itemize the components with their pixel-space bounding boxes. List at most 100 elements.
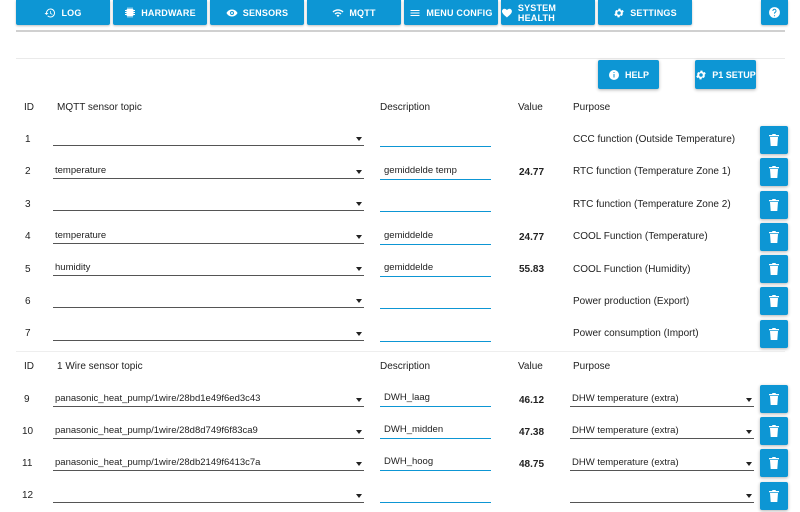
wire-topic-value: panasonic_heat_pump/1wire/28bd1e49f6ed3c…: [55, 393, 261, 404]
delete-button[interactable]: [760, 417, 788, 445]
dropdown-arrow-icon: [356, 235, 362, 239]
purpose-select[interactable]: DHW temperature (extra): [570, 391, 754, 407]
dropdown-arrow-icon: [746, 398, 752, 402]
description-value: DWH_hoog: [384, 456, 434, 467]
trash-icon: [769, 199, 779, 211]
nav-settings-label: SETTINGS: [630, 7, 677, 18]
nav-system-health-button[interactable]: SYSTEM HEALTH: [501, 0, 595, 25]
table-row-id: 3: [25, 199, 31, 210]
description-input[interactable]: [380, 196, 491, 212]
nav-settings-button[interactable]: SETTINGS: [598, 0, 692, 25]
delete-button[interactable]: [760, 449, 788, 477]
table-divider: [16, 351, 785, 352]
description-input[interactable]: DWH_hoog: [380, 455, 491, 471]
trash-icon: [769, 457, 779, 469]
p1-setup-label: P1 SETUP: [712, 69, 756, 80]
help-button-label: HELP: [624, 69, 649, 80]
description-input[interactable]: [380, 293, 491, 309]
wire-header-topic: 1 Wire sensor topic: [57, 361, 143, 372]
delete-button[interactable]: [760, 158, 788, 186]
delete-button[interactable]: [760, 320, 788, 348]
info-icon: [608, 69, 619, 80]
dropdown-arrow-icon: [356, 398, 362, 402]
wire-header-purpose: Purpose: [573, 361, 611, 372]
dropdown-arrow-icon: [746, 430, 752, 434]
mqtt-header-value: Value: [518, 102, 543, 113]
wire-topic-value: panasonic_heat_pump/1wire/28d8d749f6f83c…: [55, 425, 258, 436]
table-row-id: 9: [24, 394, 30, 405]
wire-topic-select[interactable]: panasonic_heat_pump/1wire/28d8d749f6f83c…: [53, 423, 364, 439]
description-input[interactable]: [380, 131, 491, 147]
trash-icon: [769, 328, 779, 340]
description-input[interactable]: DWH_laag: [380, 391, 491, 407]
mqtt-topic-select[interactable]: [53, 130, 364, 146]
help-button[interactable]: HELP: [598, 60, 659, 89]
description-input[interactable]: gemiddelde temp: [380, 164, 491, 180]
purpose-label: Power consumption (Import): [573, 328, 699, 339]
purpose-value: DHW temperature (extra): [572, 393, 679, 404]
nav-hardware-button[interactable]: HARDWARE: [113, 0, 207, 25]
purpose-select[interactable]: [570, 487, 754, 503]
mqtt-topic-select[interactable]: [53, 325, 364, 341]
dropdown-arrow-icon: [356, 137, 362, 141]
purpose-select[interactable]: DHW temperature (extra): [570, 423, 754, 439]
description-input[interactable]: DWH_midden: [380, 423, 491, 439]
help-question-button[interactable]: [761, 0, 788, 25]
table-row-id: 5: [25, 264, 31, 275]
mqtt-topic-select[interactable]: [53, 195, 364, 211]
wire-topic-select[interactable]: panasonic_heat_pump/1wire/28db2149f6413c…: [53, 455, 364, 471]
delete-button[interactable]: [760, 287, 788, 315]
nav-log-button[interactable]: LOG: [16, 0, 110, 25]
sensor-value: 48.75: [519, 459, 545, 470]
question-icon: [769, 7, 780, 18]
delete-button[interactable]: [760, 126, 788, 154]
purpose-label: RTC function (Temperature Zone 2): [573, 199, 731, 210]
wire-topic-select[interactable]: panasonic_heat_pump/1wire/28bd1e49f6ed3c…: [53, 391, 364, 407]
purpose-label: Power production (Export): [573, 296, 690, 307]
purpose-value: DHW temperature (extra): [572, 425, 679, 436]
p1-setup-button[interactable]: P1 SETUP: [695, 60, 756, 89]
description-value: gemiddelde: [384, 230, 434, 241]
nav-menu-config-button[interactable]: MENU CONFIG: [404, 0, 498, 25]
delete-button[interactable]: [760, 191, 788, 219]
trash-icon: [769, 425, 779, 437]
purpose-label: COOL Function (Temperature): [573, 231, 708, 242]
mqtt-topic-select[interactable]: temperature: [53, 163, 364, 179]
wire-topic-select[interactable]: [53, 487, 364, 503]
sensor-value: 24.77: [519, 167, 545, 178]
purpose-select[interactable]: DHW temperature (extra): [570, 455, 754, 471]
description-input[interactable]: [380, 487, 491, 503]
dropdown-arrow-icon: [356, 299, 362, 303]
wire-header-id: ID: [24, 361, 34, 372]
delete-button[interactable]: [760, 255, 788, 283]
sensor-value: 47.38: [519, 427, 545, 438]
top-nav: LOG HARDWARE SENSORS MQTT MENU CONFIG SY…: [0, 0, 800, 27]
delete-button[interactable]: [760, 223, 788, 251]
nav-sensors-label: SENSORS: [242, 7, 289, 18]
eye-icon: [226, 9, 238, 16]
wire-topic-value: panasonic_heat_pump/1wire/28db2149f6413c…: [55, 457, 261, 468]
mqtt-header-purpose: Purpose: [573, 102, 611, 113]
nav-mqtt-label: MQTT: [349, 7, 376, 18]
mqtt-topic-select[interactable]: [53, 292, 364, 308]
nav-mqtt-button[interactable]: MQTT: [307, 0, 401, 25]
menu-icon: [410, 9, 420, 16]
table-row-id: 6: [25, 296, 31, 307]
purpose-label: CCC function (Outside Temperature): [573, 134, 736, 145]
dropdown-arrow-icon: [356, 494, 362, 498]
delete-button[interactable]: [760, 385, 788, 413]
description-input[interactable]: gemiddelde: [380, 261, 491, 277]
wire-header-value: Value: [518, 361, 543, 372]
dropdown-arrow-icon: [746, 494, 752, 498]
description-input[interactable]: gemiddelde: [380, 229, 491, 245]
dropdown-arrow-icon: [356, 202, 362, 206]
table-row-id: 11: [22, 458, 33, 469]
trash-icon: [769, 134, 779, 146]
trash-icon: [769, 490, 779, 502]
dropdown-arrow-icon: [356, 267, 362, 271]
mqtt-topic-select[interactable]: humidity: [53, 260, 364, 276]
description-input[interactable]: [380, 326, 491, 342]
delete-button[interactable]: [760, 482, 788, 510]
mqtt-topic-select[interactable]: temperature: [53, 228, 364, 244]
nav-sensors-button[interactable]: SENSORS: [210, 0, 304, 25]
